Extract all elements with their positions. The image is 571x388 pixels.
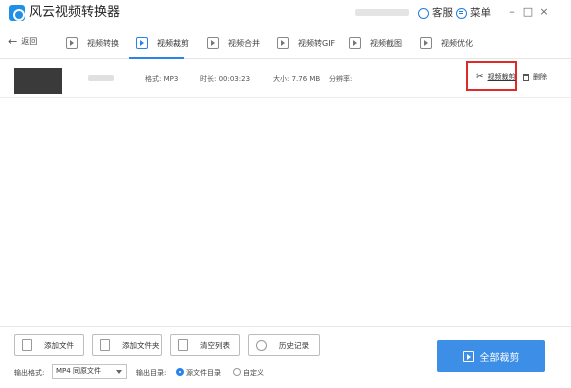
file-name [88,75,114,81]
file-duration: 时长: 00:03:23 [200,75,251,83]
chevron-down-icon [116,370,122,374]
tab-video-merge[interactable]: 视频合并 [207,34,260,52]
close-button[interactable]: × [537,4,551,20]
maximize-button[interactable]: □ [521,4,535,20]
customer-service-button[interactable]: 客服 [418,5,453,21]
play-icon [462,350,474,362]
screenshot-icon [349,37,361,49]
gif-icon [277,37,289,49]
radio-source-dir[interactable] [176,368,184,376]
back-arrow-icon: ← [8,35,18,48]
source-dir-label: 源文件目录 [186,369,221,377]
file-format: 格式: MP3 [145,75,179,83]
video-merge-icon [207,37,219,49]
menu-icon [456,7,467,19]
radio-custom-dir[interactable] [233,368,241,376]
custom-dir-label: 自定义 [243,369,264,377]
active-tab-indicator [129,57,184,59]
video-cut-icon [136,37,148,49]
scissors-icon: ✂ [476,72,484,82]
divider [0,326,571,327]
tab-video-cut[interactable]: 视频裁剪 [136,34,189,52]
file-size: 大小: 7.76 MB [273,75,321,83]
clock-icon [256,339,267,351]
tab-video-optimize[interactable]: 视频优化 [420,34,473,52]
clear-icon [178,339,188,351]
cut-video-button[interactable]: ✂ 视频裁剪 [476,72,516,82]
optimize-icon [420,37,432,49]
add-folder-button[interactable]: 添加文件夹 [92,334,162,356]
back-button[interactable]: ← 返回 [8,36,37,48]
headset-icon [418,7,429,19]
trash-icon [523,73,529,81]
account-info[interactable] [355,9,409,16]
tab-video-to-gif[interactable]: 视频转GIF [277,34,335,52]
output-format-select[interactable]: MP4 同原文件 [52,364,127,379]
video-thumbnail [14,68,62,94]
cut-all-button[interactable]: 全部裁剪 [437,340,545,372]
file-icon [22,339,32,351]
file-resolution: 分辨率: [329,75,353,83]
tab-bar: ← 返回 视频转换 视频裁剪 视频合并 视频转GIF 视频截图 视频优化 [0,26,571,59]
tab-video-screenshot[interactable]: 视频截图 [349,34,402,52]
add-file-button[interactable]: 添加文件 [14,334,84,356]
minimize-button[interactable]: – [505,4,519,20]
output-format-label: 输出格式: [14,369,45,377]
output-dir-label: 输出目录: [136,369,167,377]
video-convert-icon [66,37,78,49]
delete-button[interactable]: 删除 [523,72,547,82]
clear-list-button[interactable]: 清空列表 [170,334,240,356]
history-button[interactable]: 历史记录 [248,334,320,356]
menu-button[interactable]: 菜单 [456,5,491,21]
title-bar: 风云视频转换器 客服 菜单 – □ × [0,0,571,26]
folder-icon [100,339,110,351]
app-title: 风云视频转换器 [29,5,121,20]
app-logo-icon [9,5,25,21]
tab-video-convert[interactable]: 视频转换 [66,34,119,52]
